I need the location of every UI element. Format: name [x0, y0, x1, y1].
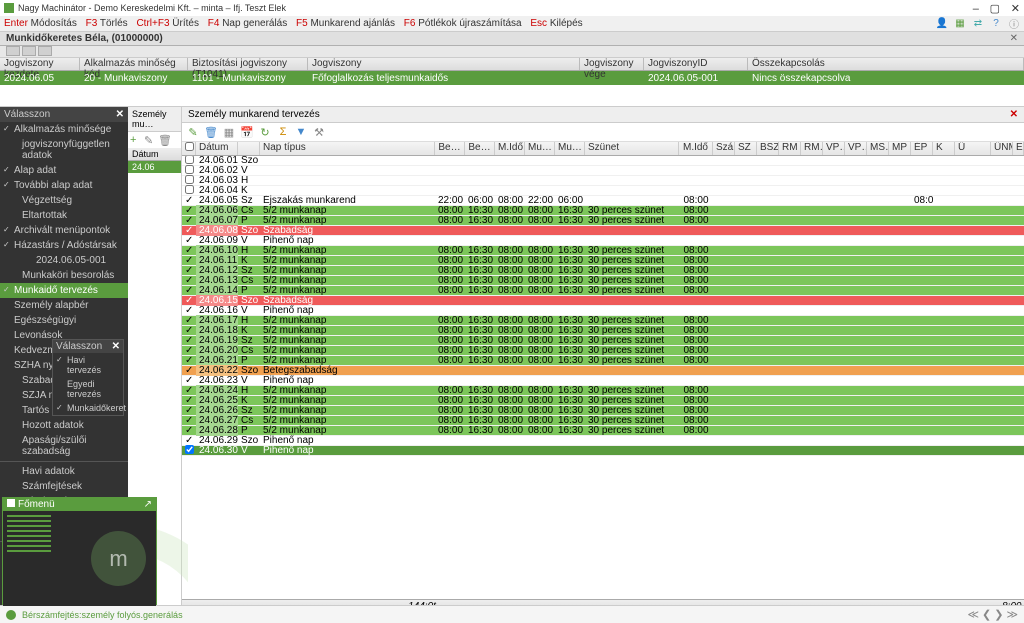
sidebar-item[interactable]: Munkaidő tervezés: [0, 283, 128, 298]
grid-header: Dátum Nap típus Be… Be… M.Idő Mu… Mu… Sz…: [182, 142, 1024, 156]
sidebar-popup: Válasszon✕ Havi tervezésEgyedi tervezésM…: [52, 339, 124, 416]
nav-next-icon[interactable]: ❯: [994, 608, 1003, 621]
shortcut-key: F5: [296, 18, 308, 29]
shortcut-key: F4: [208, 18, 220, 29]
swap-icon[interactable]: ⇄: [972, 18, 984, 30]
shortcut-key: Esc: [530, 18, 547, 29]
delete-icon[interactable]: 🗑: [158, 134, 170, 146]
table-row[interactable]: 24.06.03H: [182, 176, 1024, 186]
popup-close-icon[interactable]: ✕: [112, 341, 120, 352]
thumb-title: Főmenü: [18, 499, 55, 510]
popup-item[interactable]: Havi tervezés: [53, 353, 123, 377]
sum-tool-2[interactable]: [22, 46, 36, 56]
tools-icon[interactable]: ⚒: [312, 125, 326, 139]
schedule-grid[interactable]: Dátum Nap típus Be… Be… M.Idő Mu… Mu… Sz…: [182, 142, 1024, 599]
sidebar-header: Válasszon ✕: [0, 107, 128, 122]
sidebar-item[interactable]: Hozott adatok: [0, 418, 128, 433]
nav-first-icon[interactable]: ≪: [968, 608, 980, 621]
sigma-icon[interactable]: Σ: [276, 125, 290, 139]
status-bar: Bérszámfejtés:személy folyós.generálás ≪…: [0, 605, 1024, 623]
main-panel: Személy munkarend tervezés ✕ ✎ 🗑 ▦ 📅 ↻ Σ…: [182, 107, 1024, 612]
status-text: Bérszámfejtés:személy folyós.generálás: [22, 610, 183, 620]
summary-toolbar: [0, 46, 1024, 58]
add-icon[interactable]: +: [130, 134, 142, 146]
sidebar-item[interactable]: Egészségügyi: [0, 313, 128, 328]
shortcut-key: F3: [86, 18, 98, 29]
person-name: Munkidőkeretes Béla, (01000000): [6, 33, 163, 44]
sidebar-item[interactable]: Havi adatok: [0, 464, 128, 479]
refresh-icon[interactable]: ↻: [258, 125, 272, 139]
datecol-value[interactable]: 24.06: [128, 161, 181, 173]
table-row[interactable]: 24.06.01Szo: [182, 156, 1024, 166]
nav-prev-icon[interactable]: ❮: [982, 608, 991, 621]
user-icon[interactable]: 👤: [936, 18, 948, 30]
sidebar-close-icon[interactable]: ✕: [116, 109, 124, 120]
table-row[interactable]: 24.06.02V: [182, 166, 1024, 176]
select-all-checkbox[interactable]: [185, 142, 194, 151]
table-row[interactable]: 24.06.30VPihenő nap: [182, 446, 1024, 456]
sidebar-item[interactable]: 2024.06.05-001: [0, 253, 128, 268]
filter-icon[interactable]: ▼: [294, 125, 308, 139]
sidebar-item[interactable]: Archivált menüpontok: [0, 223, 128, 238]
shortcut-key: Ctrl+F3: [136, 18, 169, 29]
calendar-icon[interactable]: 📅: [240, 125, 254, 139]
sidebar-item[interactable]: Személy alapbér: [0, 298, 128, 313]
close-panel-icon[interactable]: ✕: [1010, 33, 1018, 44]
popup-item[interactable]: Munkaidőkeret: [53, 401, 123, 415]
info-icon[interactable]: ⓘ: [1008, 18, 1020, 30]
apps-icon[interactable]: ▦: [954, 18, 966, 30]
nav-last-icon[interactable]: ≫: [1006, 608, 1018, 621]
sidebar-item[interactable]: Házastárs / Adóstársak: [0, 238, 128, 253]
summary-row[interactable]: 2024.06.05 20 - Munkaviszony 1101 - Munk…: [0, 71, 1024, 85]
datecol-head: Dátum: [128, 148, 181, 161]
help-icon[interactable]: ?: [990, 18, 1002, 30]
sidebar-item[interactable]: Alkalmazás minősége: [0, 122, 128, 137]
window-buttons: – ▢ ✕: [965, 2, 1020, 15]
sum-tool-1[interactable]: [6, 46, 20, 56]
sidebar-item[interactable]: Apasági/szülői szabadság: [0, 433, 128, 459]
main-toolbar: ✎ 🗑 ▦ 📅 ↻ Σ ▼ ⚒: [182, 123, 1024, 142]
maximize-icon[interactable]: ▢: [990, 3, 1000, 15]
thumbnail-window[interactable]: Főmenü↗ m: [2, 497, 157, 605]
sidebar-item[interactable]: További alap adat: [0, 178, 128, 193]
edit-icon[interactable]: ✎: [144, 134, 156, 146]
datecol-title: Személy mu…: [128, 107, 181, 132]
person-header: Munkidőkeretes Béla, (01000000) ✕: [0, 32, 1024, 46]
titlebar: Nagy Machinátor - Demo Kereskedelmi Kft.…: [0, 0, 1024, 16]
thumb-arrow-icon[interactable]: ↗: [144, 499, 152, 510]
sidebar-item[interactable]: Alap adat: [0, 163, 128, 178]
shortcut-key: F6: [404, 18, 416, 29]
popup-item[interactable]: Egyedi tervezés: [53, 377, 123, 401]
shortcut-key: Enter: [4, 18, 28, 29]
pencil-icon[interactable]: ✎: [186, 125, 200, 139]
main-header: Személy munkarend tervezés ✕: [182, 107, 1024, 123]
shortcut-bar: Enter Módosítás F3 Törlés Ctrl+F3 Ürítés…: [0, 16, 1024, 32]
sidebar-item[interactable]: Végzettség: [0, 193, 128, 208]
app-icon: [4, 3, 14, 13]
sum-tool-3[interactable]: [38, 46, 52, 56]
close-icon[interactable]: ✕: [1011, 3, 1020, 15]
trash-icon[interactable]: 🗑: [204, 125, 218, 139]
sidebar-item[interactable]: jogviszonyfüggetlen adatok: [0, 137, 128, 163]
summary-header: Jogviszony kezdete Alkalmazás minőség kó…: [0, 58, 1024, 71]
app-title: Nagy Machinátor - Demo Kereskedelmi Kft.…: [18, 3, 965, 13]
sidebar-item[interactable]: Eltartottak: [0, 208, 128, 223]
main-close-icon[interactable]: ✕: [1010, 109, 1018, 120]
sidebar-item[interactable]: Számfejtések: [0, 479, 128, 494]
grid-icon[interactable]: ▦: [222, 125, 236, 139]
status-dot-icon: [6, 610, 16, 620]
minimize-icon[interactable]: –: [973, 3, 979, 15]
sidebar-item[interactable]: Munkaköri besorolás: [0, 268, 128, 283]
